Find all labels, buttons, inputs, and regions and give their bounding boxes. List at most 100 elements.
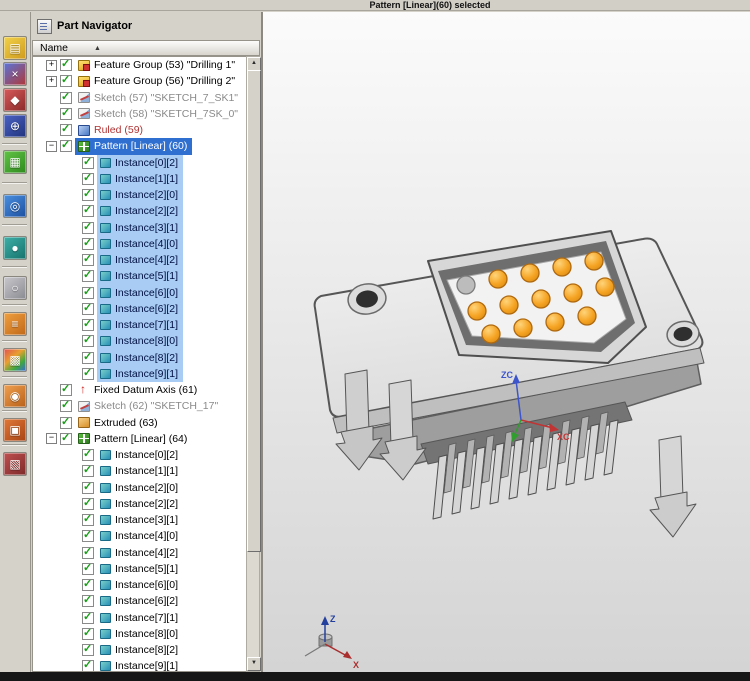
feature-label[interactable]: Instance[2][2] [115,205,180,217]
feature-label[interactable]: Instance[5][1] [115,563,180,575]
feature-checkbox[interactable] [60,400,72,412]
tree-row[interactable]: Instance[2][0] [33,187,246,203]
manufacturing-wizards-icon[interactable]: ▩ [3,348,27,372]
tree-row[interactable]: Instance[2][0] [33,480,246,496]
history-icon[interactable]: ○ [3,276,27,300]
feature-label[interactable]: Instance[4][0] [115,530,180,542]
feature-checkbox[interactable] [82,628,94,640]
feature-checkbox[interactable] [60,433,72,445]
expander[interactable]: + [46,76,57,87]
tree-row[interactable]: Instance[0][2] [33,447,246,463]
feature-label[interactable]: Instance[6][0] [115,579,180,591]
tree-row[interactable]: Instance[6][2] [33,301,246,317]
feature-label[interactable]: Sketch (58) "SKETCH_7SK_0" [94,108,240,120]
feature-label[interactable]: Sketch (57) "SKETCH_7_SK1" [94,92,240,104]
feature-label[interactable]: Instance[8][0] [115,628,180,640]
feature-label[interactable]: Instance[0][2] [115,449,180,461]
constraint-navigator-icon[interactable]: × [3,62,27,86]
feature-label[interactable]: Instance[9][1] [115,660,180,672]
tree-row[interactable]: Instance[4][0] [33,236,246,252]
feature-label[interactable]: Instance[8][2] [115,644,180,656]
feature-label[interactable]: Pattern [Linear] (64) [94,433,189,445]
tree-row[interactable]: Sketch (57) "SKETCH_7_SK1" [33,90,246,106]
tree-row[interactable]: Instance[5][1] [33,561,246,577]
feature-checkbox[interactable] [82,498,94,510]
hd3d-tools-icon[interactable]: ◎ [3,194,27,218]
feature-checkbox[interactable] [82,173,94,185]
feature-checkbox[interactable] [82,579,94,591]
scroll-thumb[interactable] [247,70,261,552]
tree-row[interactable]: Instance[9][1] [33,658,246,672]
feature-label[interactable]: Instance[4][2] [115,254,180,266]
system-materials-icon[interactable]: ▧ [3,452,27,476]
feature-label[interactable]: Instance[8][0] [115,335,180,347]
feature-checkbox[interactable] [60,384,72,396]
feature-checkbox[interactable] [82,238,94,250]
feature-checkbox[interactable] [82,319,94,331]
feature-checkbox[interactable] [82,660,94,672]
roles-icon[interactable]: ◉ [3,384,27,408]
feature-label[interactable]: Instance[6][2] [115,303,180,315]
tree-row[interactable]: Instance[1][1] [33,463,246,479]
feature-label[interactable]: Instance[7][1] [115,319,180,331]
tree-row[interactable]: − Pattern [Linear] (60) [33,138,246,154]
name-column-header[interactable]: Name ▲ [32,40,260,56]
tree-row[interactable]: Instance[6][0] [33,577,246,593]
feature-checkbox[interactable] [82,465,94,477]
feature-label[interactable]: Extruded (63) [94,417,160,429]
feature-checkbox[interactable] [60,92,72,104]
expander[interactable]: + [46,60,57,71]
feature-checkbox[interactable] [60,108,72,120]
reuse-library-icon[interactable]: ▦ [3,150,27,174]
feature-label[interactable]: Instance[0][2] [115,157,180,169]
tree-row[interactable]: Instance[7][1] [33,317,246,333]
feature-label[interactable]: Instance[2][2] [115,498,180,510]
tree-row[interactable]: Sketch (58) "SKETCH_7SK_0" [33,106,246,122]
tree-row[interactable]: Instance[2][2] [33,203,246,219]
feature-label[interactable]: Fixed Datum Axis (61) [94,384,199,396]
tree-row[interactable]: Instance[5][1] [33,268,246,284]
web-browser-icon[interactable]: ● [3,236,27,260]
feature-label[interactable]: Feature Group (56) "Drilling 2" [94,75,237,87]
feature-checkbox[interactable] [82,644,94,656]
feature-checkbox[interactable] [82,449,94,461]
feature-label[interactable]: Sketch (62) "SKETCH_17" [94,400,220,412]
tree-row[interactable]: Instance[4][2] [33,545,246,561]
connector-model[interactable] [315,231,704,537]
tree-row[interactable]: − Pattern [Linear] (64) [33,431,246,447]
feature-checkbox[interactable] [82,189,94,201]
feature-checkbox[interactable] [82,547,94,559]
feature-checkbox[interactable] [82,514,94,526]
tree-row[interactable]: Instance[0][2] [33,155,246,171]
feature-checkbox[interactable] [82,205,94,217]
feature-checkbox[interactable] [82,563,94,575]
feature-label[interactable]: Instance[2][0] [115,482,180,494]
tree-row[interactable]: Ruled (59) [33,122,246,138]
tree-row[interactable]: Instance[8][0] [33,333,246,349]
feature-checkbox[interactable] [60,417,72,429]
feature-checkbox[interactable] [82,270,94,282]
tree-row[interactable]: Instance[6][2] [33,593,246,609]
feature-label[interactable]: Instance[5][1] [115,270,180,282]
feature-label[interactable]: Instance[8][2] [115,352,180,364]
tree-row[interactable]: Instance[8][2] [33,350,246,366]
expander[interactable]: − [46,433,57,444]
tree-row[interactable]: Instance[9][1] [33,366,246,382]
feature-checkbox[interactable] [82,595,94,607]
feature-label[interactable]: Instance[7][1] [115,612,180,624]
feature-checkbox[interactable] [82,157,94,169]
feature-label[interactable]: Instance[1][1] [115,173,180,185]
tree-row[interactable]: Instance[3][1] [33,512,246,528]
feature-checkbox[interactable] [60,124,72,136]
part-navigator-tab-icon[interactable]: ◆ [3,88,27,112]
feature-checkbox[interactable] [82,530,94,542]
operation-navigator-icon[interactable]: ⊕ [3,114,27,138]
feature-label[interactable]: Instance[6][2] [115,595,180,607]
process-studio-icon[interactable]: ≡ [3,312,27,336]
tree-row[interactable]: Extruded (63) [33,415,246,431]
feature-checkbox[interactable] [60,59,72,71]
feature-label[interactable]: Instance[6][0] [115,287,180,299]
feature-checkbox[interactable] [82,287,94,299]
tree-row[interactable]: Instance[2][2] [33,496,246,512]
feature-checkbox[interactable] [82,368,94,380]
